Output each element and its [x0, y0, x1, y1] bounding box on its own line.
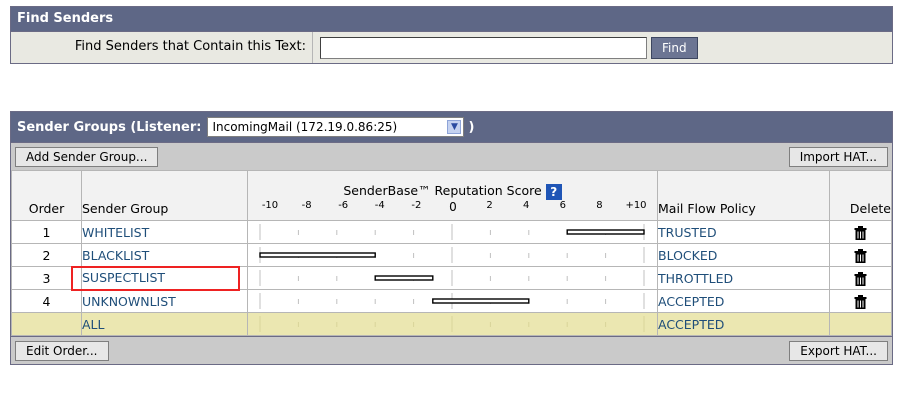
tick-label: 0	[449, 200, 457, 214]
export-hat-button[interactable]: Export HAT...	[789, 340, 888, 361]
reputation-range-graph	[259, 293, 645, 309]
reputation-range-bar	[374, 275, 434, 281]
mail-flow-policy-link[interactable]: THROTTLED	[657, 266, 830, 290]
mail-flow-policy-link[interactable]: ACCEPTED	[657, 312, 830, 336]
reputation-range-graph	[259, 316, 645, 332]
edit-order-button[interactable]: Edit Order...	[15, 340, 109, 361]
find-senders-panel: Find Senders Find Senders that Contain t…	[10, 6, 893, 64]
find-button[interactable]: Find	[651, 36, 698, 59]
row-order: 4	[11, 289, 82, 313]
tick-label: -2	[411, 200, 422, 211]
find-senders-input[interactable]	[320, 36, 647, 59]
tick-label: -4	[374, 200, 385, 211]
reputation-range-graph	[259, 224, 645, 240]
reputation-score-cell	[247, 220, 658, 244]
table-row: 4 UNKNOWNLIST ACCEPTED	[11, 289, 892, 313]
table-row: 3 SUSPECTLIST THROTTLED	[11, 265, 892, 291]
sender-group-column-header: Sender Group	[81, 170, 248, 221]
mail-flow-policy-link[interactable]: ACCEPTED	[657, 289, 830, 313]
import-hat-button[interactable]: Import HAT...	[788, 146, 888, 167]
tick-label: -8	[301, 200, 312, 211]
chevron-down-icon[interactable]: ▼	[447, 120, 462, 134]
mail-flow-policy-column-header: Mail Flow Policy	[657, 170, 830, 221]
row-order	[11, 312, 82, 336]
mail-flow-policy-link[interactable]: TRUSTED	[657, 220, 830, 244]
trash-icon[interactable]	[854, 294, 867, 309]
delete-cell	[829, 289, 892, 313]
table-row: ALL ACCEPTED	[11, 312, 892, 336]
delete-cell	[829, 220, 892, 244]
sender-group-link[interactable]: ALL	[82, 317, 104, 332]
table-row: 1 WHITELIST TRUSTED	[11, 220, 892, 244]
add-sender-group-button[interactable]: Add Sender Group...	[15, 146, 159, 167]
reputation-range-bar	[566, 229, 645, 235]
listener-select-value: IncomingMail (172.19.0.86:25)	[212, 120, 398, 134]
top-toolbar: Add Sender Group... Import HAT...	[11, 142, 892, 170]
table-row: 2 BLACKLIST BLOCKED	[11, 243, 892, 267]
bottom-toolbar: Edit Order... Export HAT...	[11, 336, 892, 364]
reputation-score-cell	[247, 266, 658, 290]
tick-label: -6	[338, 200, 349, 211]
sender-group-cell: ALL	[81, 312, 248, 336]
sender-group-cell: SUSPECTLIST	[71, 265, 248, 291]
reputation-range-bar	[432, 298, 530, 304]
tick-label: 4	[523, 200, 530, 211]
delete-cell	[829, 312, 892, 336]
help-icon[interactable]: ?	[545, 183, 562, 200]
delete-cell	[829, 243, 892, 267]
trash-icon[interactable]	[854, 271, 867, 286]
title-close-paren: )	[468, 119, 475, 135]
sender-group-cell: BLACKLIST	[81, 243, 248, 267]
reputation-score-column-header: SenderBase™ Reputation Score ? -10 -8 -6 -4…	[247, 170, 658, 221]
row-order: 3	[11, 266, 82, 290]
sender-groups-table: Order Sender Group SenderBase™ Reputatio…	[11, 170, 892, 336]
reputation-score-cell	[247, 312, 658, 336]
reputation-range-bar	[259, 252, 376, 258]
reputation-range-graph	[259, 247, 645, 263]
sender-group-link[interactable]: WHITELIST	[82, 225, 149, 240]
listener-select[interactable]: IncomingMail (172.19.0.86:25) ▼	[207, 117, 465, 137]
sender-group-link[interactable]: UNKNOWNLIST	[82, 294, 176, 309]
trash-icon[interactable]	[854, 248, 867, 263]
find-senders-label: Find Senders that Contain this Text:	[11, 32, 313, 63]
row-order: 2	[11, 243, 82, 267]
reputation-score-cell	[247, 243, 658, 267]
tick-label: -10	[261, 200, 279, 211]
sender-group-link[interactable]: SUSPECTLIST	[71, 265, 240, 291]
delete-column-header: Delete	[829, 170, 892, 221]
sender-group-link[interactable]: BLACKLIST	[82, 248, 149, 263]
order-column-header: Order	[11, 170, 82, 221]
delete-cell	[829, 266, 892, 290]
reputation-range-graph	[259, 270, 645, 286]
sender-group-cell: UNKNOWNLIST	[81, 289, 248, 313]
row-order: 1	[11, 220, 82, 244]
find-senders-title: Find Senders	[11, 7, 892, 31]
tick-label: 2	[486, 200, 493, 211]
trash-icon[interactable]	[854, 225, 867, 240]
sender-groups-panel: Sender Groups (Listener: IncomingMail (1…	[10, 111, 893, 365]
tick-label: 6	[559, 200, 566, 211]
reputation-score-label: SenderBase™ Reputation Score	[343, 183, 542, 198]
tick-label: 8	[596, 200, 603, 211]
sender-group-cell: WHITELIST	[81, 220, 248, 244]
sender-groups-title: Sender Groups (Listener:	[17, 119, 202, 135]
reputation-score-cell	[247, 289, 658, 313]
tick-label: +10	[625, 200, 647, 211]
find-senders-row: Find Senders that Contain this Text: Fin…	[11, 31, 892, 63]
score-tick-labels: -10 -8 -6 -4 -2 0 2 4 6 8 +10	[248, 200, 657, 216]
mail-flow-policy-link[interactable]: BLOCKED	[657, 243, 830, 267]
sender-groups-title-bar: Sender Groups (Listener: IncomingMail (1…	[11, 112, 892, 142]
